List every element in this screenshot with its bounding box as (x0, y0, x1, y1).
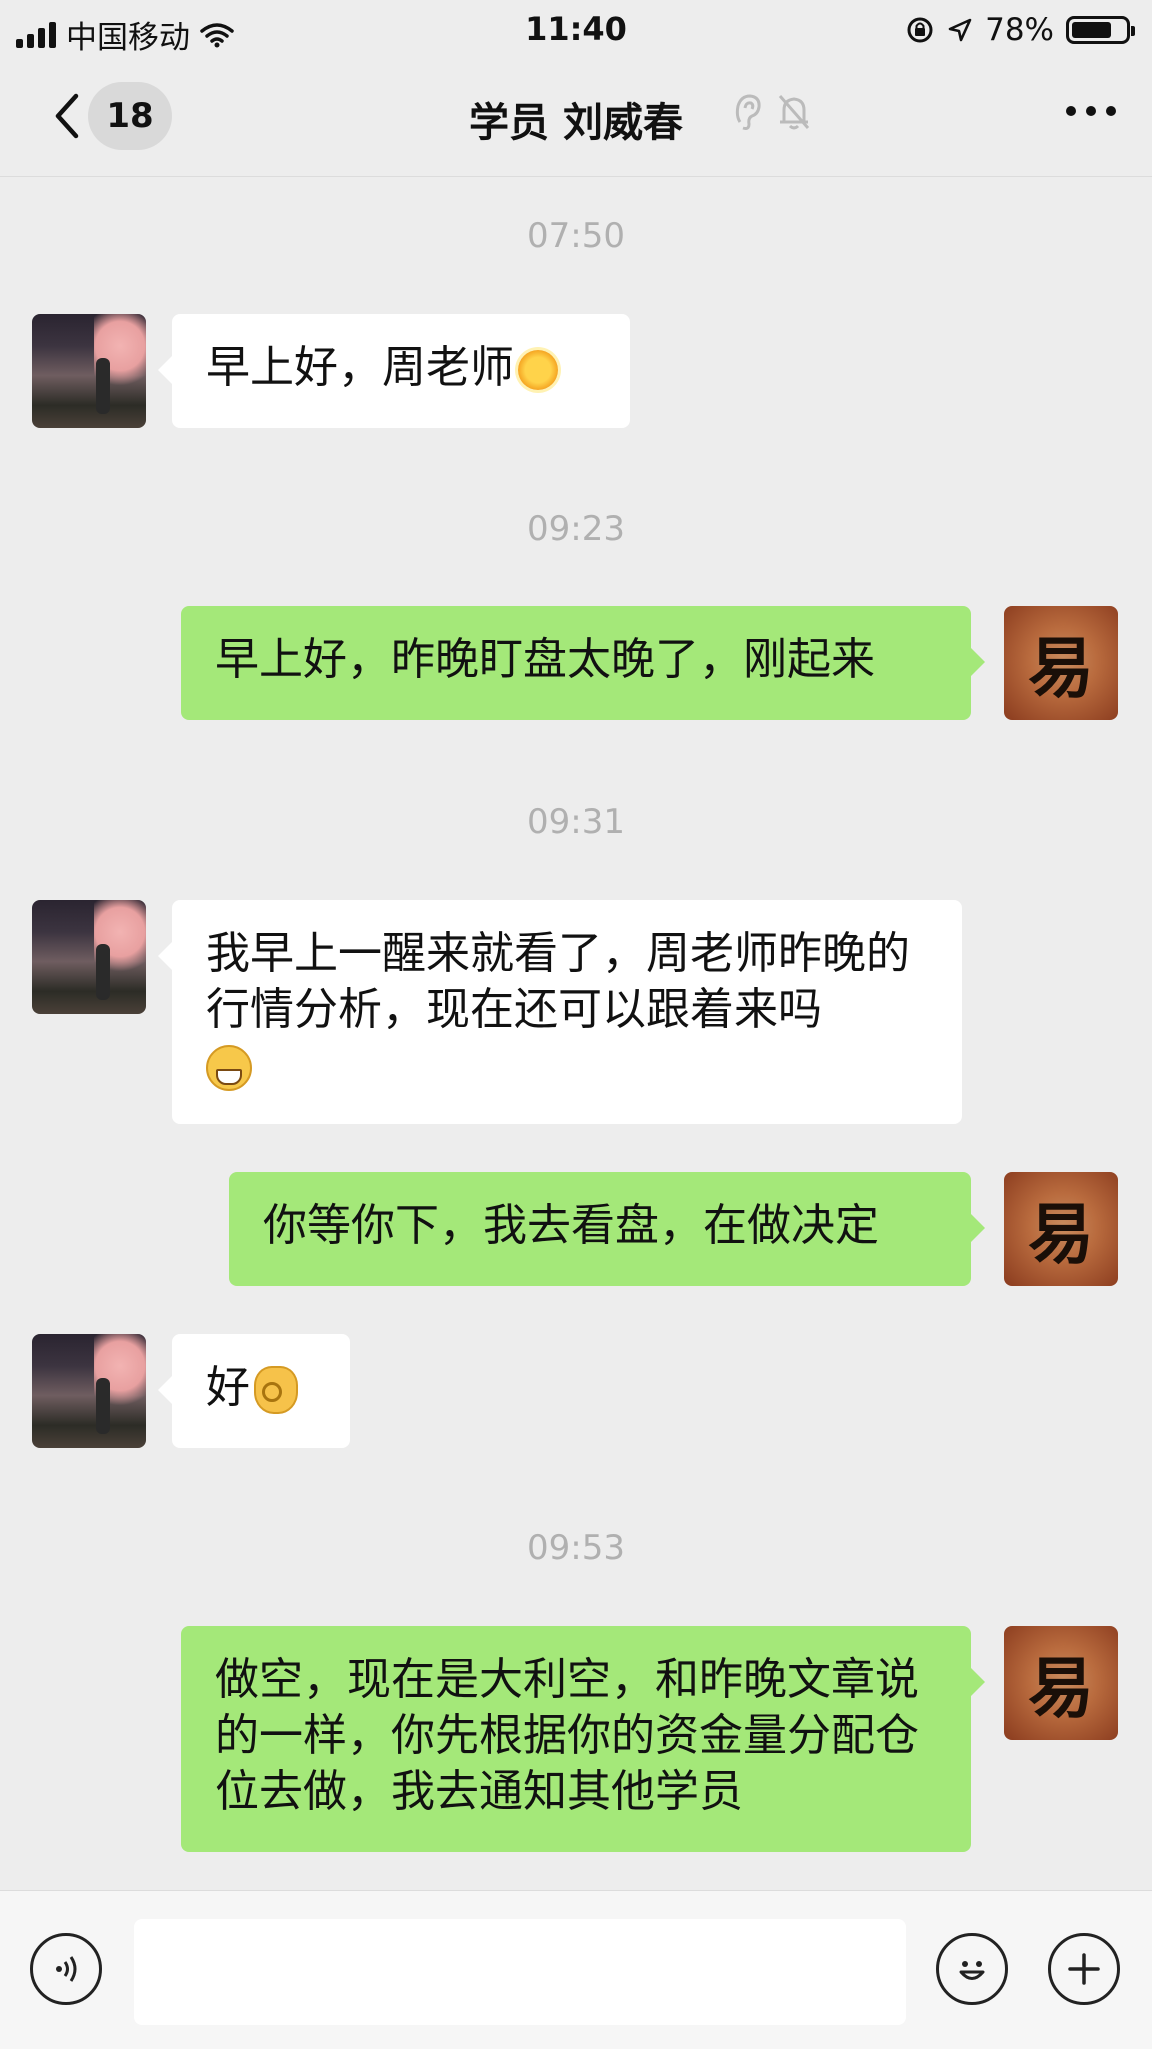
more-icon-dot (1066, 106, 1076, 116)
avatar-person (96, 944, 110, 1000)
battery-icon (1066, 16, 1135, 44)
message-text: 早上好，昨晚盯盘太晚了，刚起来 (215, 634, 875, 685)
status-bar: 中国移动 11:40 78% (0, 0, 1152, 58)
contact-avatar[interactable] (32, 1334, 146, 1448)
orientation-lock-icon (907, 17, 933, 43)
message-text: 我早上一醒来就看了，周老师昨晚的行情分析，现在还可以跟着来吗 (206, 928, 910, 1035)
timestamp: 09:31 (527, 802, 625, 842)
chat-title[interactable]: 学员 刘威春 (0, 90, 1152, 148)
incoming-message[interactable]: 我早上一醒来就看了，周老师昨晚的行情分析，现在还可以跟着来吗 (158, 900, 962, 1124)
message-list[interactable]: 07:50 早上好，周老师 09:23 早上好，昨晚盯盘太晚了，刚起来 易 09… (0, 176, 1152, 1890)
outgoing-message[interactable]: 早上好，昨晚盯盘太晚了，刚起来 (181, 606, 985, 720)
avatar-calligraphy: 易 (1028, 1649, 1094, 1727)
chat-header: 18 学员 刘威春 (0, 58, 1152, 177)
voice-button[interactable] (30, 1933, 102, 2005)
battery-fill (1072, 22, 1111, 38)
message-text: 早上好，周老师 (206, 342, 514, 393)
emoji-button[interactable] (936, 1933, 1008, 2005)
mute-bell-icon (778, 95, 810, 130)
my-avatar[interactable]: 易 (1004, 606, 1118, 720)
avatar-person (96, 358, 110, 414)
more-button[interactable] (1066, 106, 1116, 116)
avatar-calligraphy: 易 (1028, 629, 1094, 707)
grin-emoji (206, 1045, 252, 1091)
more-icon-dot (1106, 106, 1116, 116)
timestamp: 07:50 (527, 216, 625, 256)
message-text: 好 (206, 1362, 250, 1413)
my-avatar[interactable]: 易 (1004, 1626, 1118, 1740)
incoming-message[interactable]: 好 (158, 1334, 350, 1448)
add-icon (1068, 1953, 1100, 1985)
incoming-message[interactable]: 早上好，周老师 (158, 314, 630, 428)
outgoing-message[interactable]: 做空，现在是大利空，和昨晚文章说的一样，你先根据你的资金量分配仓位去做，我去通知… (181, 1626, 985, 1852)
location-icon (948, 18, 972, 42)
voice-icon (56, 1956, 77, 1982)
status-right: 78% (905, 12, 1135, 48)
more-icon-dot (1086, 106, 1096, 116)
avatar-person (96, 1378, 110, 1434)
add-button[interactable] (1048, 1933, 1120, 2005)
input-bar (0, 1890, 1152, 2049)
ear-icon (735, 94, 761, 130)
my-avatar[interactable]: 易 (1004, 1172, 1118, 1286)
ok-hand-emoji (254, 1366, 298, 1414)
avatar-calligraphy: 易 (1028, 1195, 1094, 1273)
contact-avatar[interactable] (32, 900, 146, 1014)
message-text: 做空，现在是大利空，和昨晚文章说的一样，你先根据你的资金量分配仓位去做，我去通知… (215, 1654, 919, 1817)
contact-avatar[interactable] (32, 314, 146, 428)
message-input[interactable] (134, 1919, 906, 2025)
outgoing-message[interactable]: 你等你下，我去看盘，在做决定 (229, 1172, 985, 1286)
emoji-icon (959, 1961, 985, 1980)
battery-percent: 78% (985, 12, 1054, 48)
timestamp: 09:53 (527, 1528, 625, 1568)
timestamp: 09:23 (527, 509, 625, 549)
sun-emoji (518, 350, 558, 390)
title-icons (732, 92, 812, 132)
message-text: 你等你下，我去看盘，在做决定 (263, 1200, 879, 1251)
